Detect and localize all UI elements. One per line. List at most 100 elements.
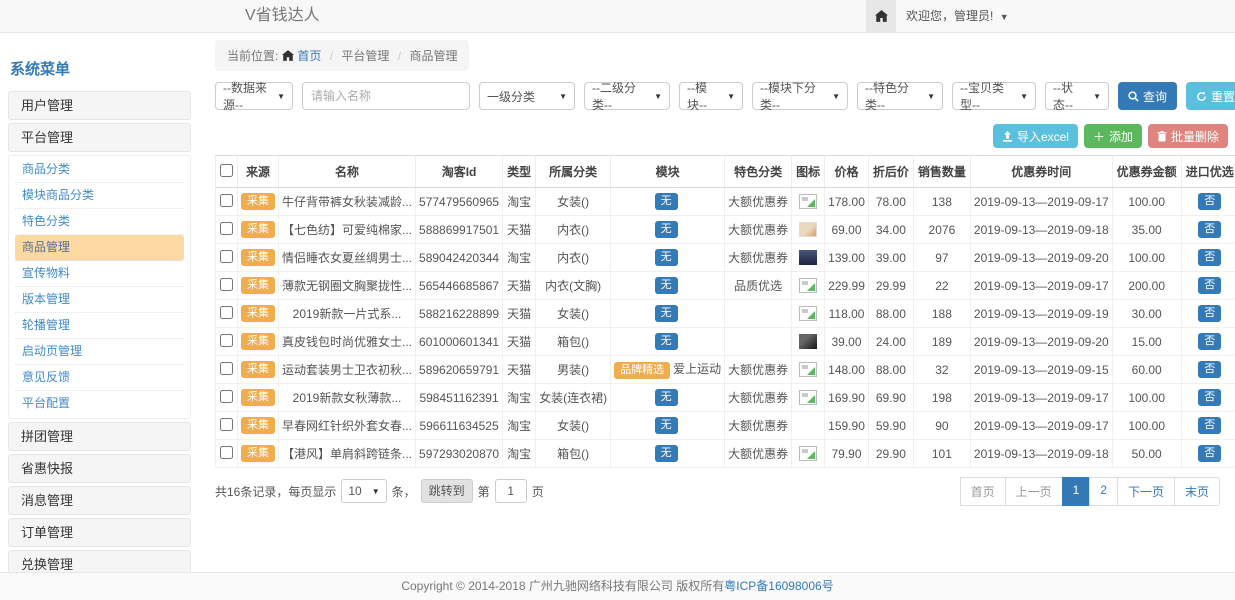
feature-category: 大额优惠券 bbox=[725, 244, 792, 272]
table-row: 采集 牛仔背带裤女秋装减龄... 577479560965 淘宝 女装() 无 … bbox=[216, 188, 1235, 216]
filter-select-category-level1[interactable]: 一级分类▼ bbox=[479, 82, 575, 110]
sidebar-submenu-item[interactable]: 商品分类 bbox=[15, 157, 184, 183]
breadcrumb-separator: / bbox=[330, 49, 333, 63]
icp-link[interactable]: 粤ICP备16098006号 bbox=[724, 579, 833, 593]
page-size-select[interactable]: 10 ▼ bbox=[341, 479, 386, 503]
table-header-row: 来源名称淘客Id类型所属分类模块特色分类图标价格折后价销售数量优惠券时间优惠券金… bbox=[216, 156, 1235, 188]
breadcrumb-home-link[interactable]: 首页 bbox=[297, 49, 321, 63]
page-number-input[interactable] bbox=[495, 479, 527, 503]
column-header: 淘客Id bbox=[416, 156, 503, 188]
module-cell: 无 bbox=[611, 384, 725, 412]
filter-select-feature-category[interactable]: --特色分类--▼ bbox=[857, 82, 943, 110]
row-checkbox[interactable] bbox=[220, 194, 233, 207]
page-suffix: 页 bbox=[532, 483, 544, 500]
sidebar-submenu-item[interactable]: 特色分类 bbox=[15, 209, 184, 235]
taoke-id: 601000601341 bbox=[416, 328, 503, 356]
filter-select-category-level2[interactable]: --二级分类--▼ bbox=[584, 82, 670, 110]
sidebar-submenu-item[interactable]: 宣传物料 bbox=[15, 261, 184, 287]
sidebar-item-user-management[interactable]: 用户管理 bbox=[8, 91, 191, 120]
records-total-text: 共16条记录，每页显示 bbox=[215, 483, 336, 500]
pager-button[interactable]: 首页 bbox=[960, 477, 1006, 506]
filter-select-data-source[interactable]: --数据来源--▼ bbox=[215, 82, 293, 110]
imported-badge[interactable]: 否 bbox=[1198, 193, 1221, 210]
pager-button[interactable]: 末页 bbox=[1174, 477, 1220, 506]
product-type: 天猫 bbox=[503, 328, 536, 356]
pager-button[interactable]: 1 bbox=[1062, 477, 1091, 506]
coupon-time: 2019-09-13—2019-09-19 bbox=[970, 300, 1112, 328]
feature-category: 大额优惠券 bbox=[725, 384, 792, 412]
row-checkbox[interactable] bbox=[220, 334, 233, 347]
taoke-id: 589620659791 bbox=[416, 356, 503, 384]
column-header: 特色分类 bbox=[725, 156, 792, 188]
coupon-amount: 100.00 bbox=[1112, 188, 1181, 216]
sidebar-submenu-item[interactable]: 意见反馈 bbox=[15, 365, 184, 391]
imported-badge[interactable]: 否 bbox=[1198, 221, 1221, 238]
sidebar-item-group-buy-management[interactable]: 拼团管理 bbox=[8, 422, 191, 451]
discount-price: 69.90 bbox=[868, 384, 913, 412]
imported-badge[interactable]: 否 bbox=[1198, 417, 1221, 434]
imported-badge[interactable]: 否 bbox=[1198, 361, 1221, 378]
source-badge: 采集 bbox=[241, 305, 275, 322]
pager-button[interactable]: 上一页 bbox=[1005, 477, 1063, 506]
filter-select-item-type[interactable]: --宝贝类型--▼ bbox=[952, 82, 1036, 110]
row-checkbox[interactable] bbox=[220, 390, 233, 403]
row-checkbox[interactable] bbox=[220, 362, 233, 375]
source-badge: 采集 bbox=[241, 361, 275, 378]
add-button[interactable]: ＋ 添加 bbox=[1084, 124, 1142, 148]
select-all-checkbox[interactable] bbox=[220, 164, 233, 177]
row-checkbox[interactable] bbox=[220, 250, 233, 263]
filter-select-module-subcategory[interactable]: --模块下分类--▼ bbox=[752, 82, 848, 110]
product-thumbnail bbox=[799, 334, 817, 349]
imported-badge[interactable]: 否 bbox=[1198, 305, 1221, 322]
filter-select-status[interactable]: --状态--▼ bbox=[1045, 82, 1109, 110]
user-menu[interactable]: 欢迎您，管理员! ▼ bbox=[906, 0, 1009, 33]
sidebar-submenu-item[interactable]: 启动页管理 bbox=[15, 339, 184, 365]
feature-category: 大额优惠券 bbox=[725, 188, 792, 216]
pager-button[interactable]: 2 bbox=[1089, 477, 1118, 506]
sidebar-submenu-item[interactable]: 轮播管理 bbox=[15, 313, 184, 339]
batch-delete-button[interactable]: 批量删除 bbox=[1148, 124, 1228, 148]
search-button[interactable]: 查询 bbox=[1118, 82, 1177, 110]
filter-select-module[interactable]: --模块--▼ bbox=[679, 82, 743, 110]
coupon-time: 2019-09-13—2019-09-15 bbox=[970, 356, 1112, 384]
row-checkbox[interactable] bbox=[220, 278, 233, 291]
reset-button[interactable]: 重置 bbox=[1186, 82, 1235, 110]
import-excel-button[interactable]: 导入excel bbox=[993, 124, 1078, 148]
sidebar-submenu-item[interactable]: 版本管理 bbox=[15, 287, 184, 313]
imported-badge[interactable]: 否 bbox=[1198, 333, 1221, 350]
product-name: 早春网红针织外套女春... bbox=[279, 412, 416, 440]
sidebar-item-platform-management[interactable]: 平台管理 bbox=[8, 123, 191, 152]
module-text: 爱上运动 bbox=[673, 362, 721, 376]
imported-badge[interactable]: 否 bbox=[1198, 277, 1221, 294]
coupon-amount: 100.00 bbox=[1112, 384, 1181, 412]
sidebar-item-message-management[interactable]: 消息管理 bbox=[8, 486, 191, 515]
home-nav-button[interactable] bbox=[866, 0, 896, 32]
module-cell: 无 bbox=[611, 244, 725, 272]
imported-badge[interactable]: 否 bbox=[1198, 389, 1221, 406]
jump-button[interactable]: 跳转到 bbox=[421, 479, 473, 503]
product-thumbnail bbox=[799, 222, 817, 237]
product-type: 淘宝 bbox=[503, 244, 536, 272]
icon-cell bbox=[792, 300, 825, 328]
price: 178.00 bbox=[825, 188, 869, 216]
row-checkbox[interactable] bbox=[220, 306, 233, 319]
discount-price: 59.90 bbox=[868, 412, 913, 440]
top-navbar: V省钱达人 欢迎您，管理员! ▼ bbox=[0, 0, 1235, 33]
sidebar-submenu-item[interactable]: 平台配置 bbox=[15, 391, 184, 417]
sidebar-item-deals-express[interactable]: 省惠快报 bbox=[8, 454, 191, 483]
price: 169.90 bbox=[825, 384, 869, 412]
breadcrumb-item[interactable]: 平台管理 bbox=[341, 49, 389, 63]
imported-badge[interactable]: 否 bbox=[1198, 445, 1221, 462]
row-checkbox[interactable] bbox=[220, 222, 233, 235]
products-table: 来源名称淘客Id类型所属分类模块特色分类图标价格折后价销售数量优惠券时间优惠券金… bbox=[215, 155, 1235, 468]
sidebar-submenu-item[interactable]: 商品管理 bbox=[15, 235, 184, 261]
imported-badge[interactable]: 否 bbox=[1198, 249, 1221, 266]
row-checkbox[interactable] bbox=[220, 418, 233, 431]
sidebar-submenu-item[interactable]: 模块商品分类 bbox=[15, 183, 184, 209]
sidebar-item-order-management[interactable]: 订单管理 bbox=[8, 518, 191, 547]
name-search-input[interactable] bbox=[302, 82, 470, 110]
module-badge: 无 bbox=[655, 305, 678, 322]
column-header: 模块 bbox=[611, 156, 725, 188]
row-checkbox[interactable] bbox=[220, 446, 233, 459]
pager-button[interactable]: 下一页 bbox=[1117, 477, 1175, 506]
